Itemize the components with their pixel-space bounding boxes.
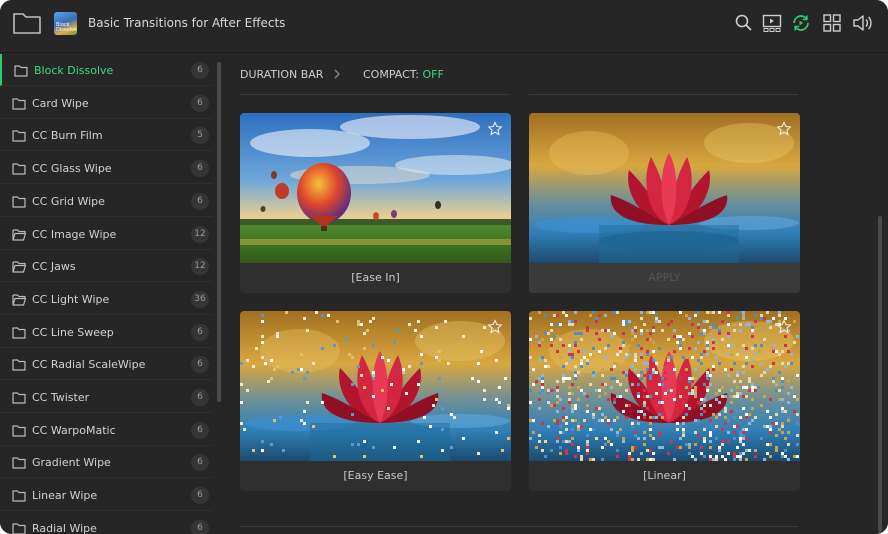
volume-icon[interactable] (852, 13, 872, 33)
app-thumbnail-text: Block Dissolve (56, 22, 77, 33)
sidebar-item-count: 6 (191, 160, 209, 178)
sidebar-item-label: Radial Wipe (32, 521, 97, 534)
folder-icon (12, 392, 26, 404)
sidebar-item-label: CC Light Wipe (32, 292, 110, 306)
sidebar-item[interactable]: Linear Wipe 6 (0, 479, 213, 512)
compact-toggle[interactable]: COMPACT: OFF (363, 68, 444, 81)
folder-icon (12, 359, 26, 371)
sidebar-item[interactable]: CC Image Wipe 12 (0, 218, 213, 250)
sidebar-item-label: CC Grid Wipe (32, 194, 105, 208)
preview-image (529, 113, 800, 263)
sidebar-item[interactable]: CC Burn Film 5 (0, 119, 213, 152)
preset-card[interactable]: [Ease In] (240, 113, 511, 293)
sidebar-item[interactable]: CC Light Wipe 36 (0, 283, 213, 315)
sidebar-item[interactable]: CC Glass Wipe 6 (0, 152, 213, 185)
sidebar-item-count: 6 (191, 487, 209, 505)
search-icon[interactable] (734, 13, 754, 33)
sidebar-item[interactable]: CC Grid Wipe 6 (0, 185, 213, 217)
preset-card[interactable]: APPLY (529, 113, 800, 293)
sidebar-item-label: CC Jaws (32, 260, 76, 274)
sidebar-item[interactable]: CC WarpoMatic 6 (0, 414, 213, 446)
divider (240, 94, 509, 95)
app-thumbnail: Block Dissolve (54, 12, 77, 35)
folder-icon (12, 326, 26, 339)
sidebar-item-label: CC Twister (32, 391, 90, 404)
preview-image (240, 113, 511, 263)
compact-label: COMPACT: (363, 68, 419, 81)
preset-card[interactable]: [Easy Ease] (240, 311, 511, 491)
preview-image (240, 311, 511, 461)
folder-icon (12, 98, 26, 110)
sync-icon[interactable] (791, 13, 811, 33)
sidebar-item-label: Linear Wipe (32, 489, 98, 503)
duration-bar-toggle[interactable]: DURATION BAR (240, 68, 323, 81)
favorite-star-icon[interactable] (776, 319, 792, 335)
folder-open-icon (12, 294, 26, 306)
chevron-right-icon (334, 69, 340, 79)
sidebar-item[interactable]: CC Twister 6 (0, 381, 213, 413)
sidebar-item-count: 6 (191, 389, 209, 406)
sidebar-item-label: CC Radial ScaleWipe (32, 358, 146, 372)
header-bar: Block Dissolve Basic Transitions for Aft… (0, 0, 888, 53)
preset-grid-panel: DURATION BAR COMPACT: OFF [Ease In] APPL… (224, 54, 888, 534)
divider (529, 94, 798, 95)
divider (240, 526, 798, 527)
folder-icon (12, 457, 26, 469)
sidebar-item-count: 12 (191, 258, 209, 276)
app-window: Block Dissolve Basic Transitions for Aft… (0, 0, 888, 534)
apply-button[interactable]: APPLY (529, 263, 800, 293)
sidebar-item-count: 6 (191, 421, 209, 439)
sidebar-item-count: 6 (191, 94, 209, 112)
favorite-star-icon[interactable] (776, 121, 792, 137)
preview-image (529, 311, 800, 461)
sidebar-item[interactable]: CC Radial ScaleWipe 6 (0, 348, 213, 381)
sidebar-item-count: 6 (191, 454, 209, 472)
sidebar-item-count: 36 (191, 290, 209, 308)
preset-caption: [Ease In] (351, 271, 400, 284)
sidebar-item-label: Block Dissolve (34, 64, 114, 77)
sidebar-scrollbar[interactable] (217, 62, 221, 402)
sidebar-item[interactable]: Gradient Wipe 6 (0, 446, 213, 479)
favorite-star-icon[interactable] (487, 121, 503, 137)
sidebar-item-count: 6 (191, 62, 209, 79)
folder-icon (12, 425, 26, 437)
folder-open-icon (12, 261, 26, 273)
preset-caption: [Linear] (643, 469, 686, 482)
sidebar-item[interactable]: Block Dissolve 6 (0, 54, 213, 86)
content-scrollbar[interactable] (878, 216, 882, 534)
folder-open-icon (12, 228, 26, 241)
preset-caption: [Easy Ease] (343, 469, 408, 482)
sidebar-item-count: 6 (191, 519, 209, 534)
folder-icon (12, 130, 26, 142)
sidebar-item-count: 5 (191, 127, 209, 145)
folder-icon (12, 196, 26, 208)
sidebar-item[interactable]: Card Wipe 6 (0, 87, 213, 119)
sidebar-item-label: CC Line Sweep (32, 325, 114, 339)
category-sidebar: Block Dissolve 6 Card Wipe 6 CC Burn Film 5 CC… (0, 54, 224, 534)
folder-icon (12, 163, 26, 175)
preset-card[interactable]: [Linear] (529, 311, 800, 491)
sidebar-item-label: Card Wipe (32, 96, 89, 110)
folder-icon[interactable] (12, 11, 42, 35)
sidebar-item-label: CC Image Wipe (32, 227, 117, 241)
sidebar-item-count: 6 (191, 192, 209, 210)
folder-icon (12, 523, 26, 534)
sidebar-item-label: CC Burn Film (32, 129, 103, 143)
sidebar-item-count: 6 (191, 356, 209, 374)
sidebar-item-label: Gradient Wipe (32, 456, 111, 470)
favorite-star-icon[interactable] (487, 319, 503, 335)
sidebar-item[interactable]: CC Line Sweep 6 (0, 316, 213, 348)
sidebar-item[interactable]: Radial Wipe 6 (0, 512, 213, 534)
sidebar-item-label: CC Glass Wipe (32, 162, 112, 176)
preview-window-icon[interactable] (762, 13, 782, 33)
grid-view-icon[interactable] (822, 13, 842, 33)
app-title: Basic Transitions for After Effects (88, 16, 286, 30)
folder-icon (14, 65, 28, 77)
sidebar-item-count: 6 (191, 323, 209, 341)
compact-value: OFF (422, 68, 444, 81)
sidebar-item-label: CC WarpoMatic (32, 423, 116, 437)
sidebar-item[interactable]: CC Jaws 12 (0, 250, 213, 283)
sidebar-item-count: 12 (191, 225, 209, 243)
folder-icon (12, 490, 26, 502)
